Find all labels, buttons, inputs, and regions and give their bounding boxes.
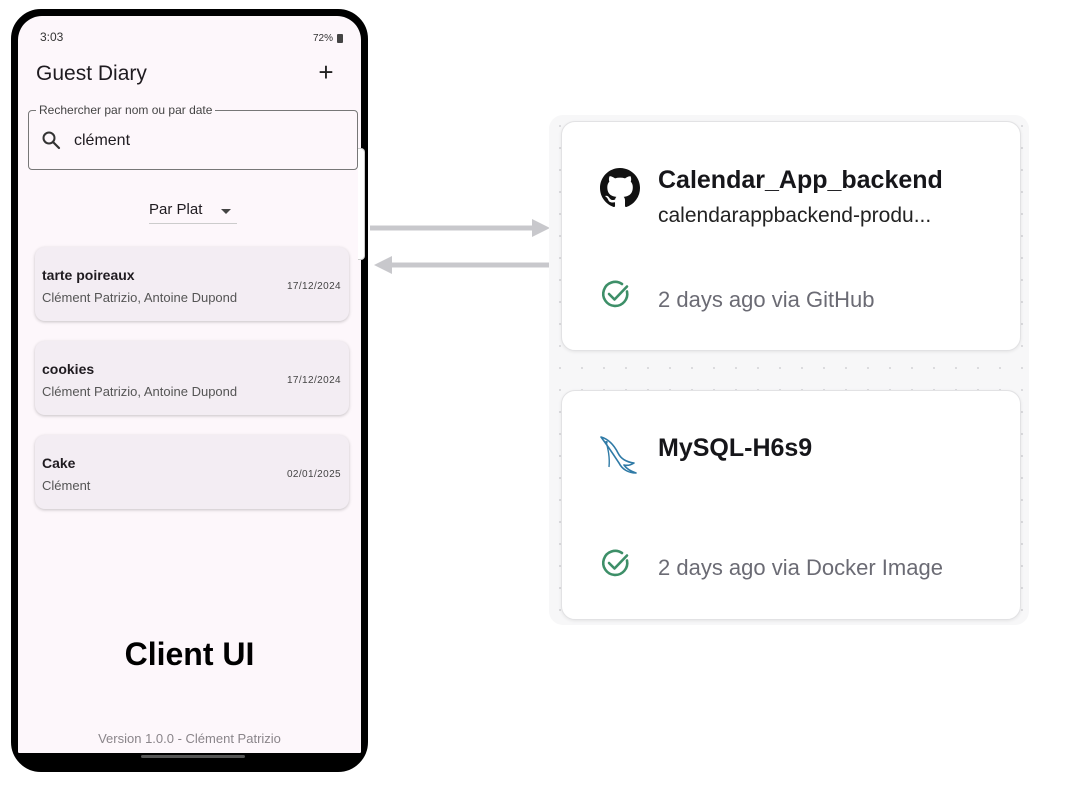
service-card-backend[interactable]: Calendar_App_backend calendarappbackend-… xyxy=(561,121,1021,351)
service-card-database[interactable]: MySQL-H6s9 2 days ago via Docker Image xyxy=(561,390,1021,620)
arrow-backend-to-client xyxy=(374,256,550,274)
deploy-status: 2 days ago via Docker Image xyxy=(658,555,943,580)
check-circle-icon xyxy=(601,549,629,577)
services-panel: Calendar_App_backend calendarappbackend-… xyxy=(549,115,1029,625)
github-icon xyxy=(600,168,640,208)
mysql-dolphin-icon xyxy=(600,436,637,474)
service-name: MySQL-H6s9 xyxy=(658,434,813,462)
service-url[interactable]: calendarappbackend-produ... xyxy=(658,204,931,228)
check-circle-icon xyxy=(601,280,629,308)
deploy-status: 2 days ago via GitHub xyxy=(658,287,875,312)
arrow-client-to-backend xyxy=(370,219,550,237)
service-name: Calendar_App_backend xyxy=(658,166,943,194)
